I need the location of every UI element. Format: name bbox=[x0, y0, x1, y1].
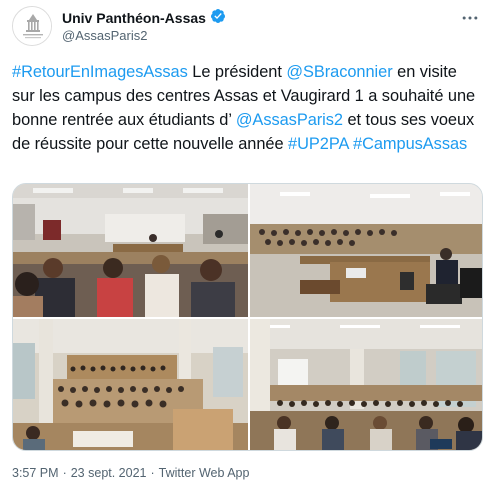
display-name[interactable]: Univ Panthéon-Assas bbox=[62, 10, 206, 26]
text-segment: Le président bbox=[187, 63, 287, 81]
hashtag-retourenimagesassas[interactable]: #RetourEnImagesAssas bbox=[12, 63, 188, 81]
separator: · bbox=[150, 466, 155, 480]
tweet-source[interactable]: Twitter Web App bbox=[159, 466, 250, 480]
name-row: Univ Panthéon-Assas bbox=[62, 8, 226, 29]
photo-president-at-podium[interactable] bbox=[250, 184, 482, 317]
photo-lecture-hall-students-front[interactable] bbox=[13, 184, 248, 317]
university-logo-icon bbox=[13, 7, 51, 45]
avatar[interactable] bbox=[12, 6, 52, 46]
tweet-metadata: 3:57 PM · 23 sept. 2021 · Twitter Web Ap… bbox=[12, 466, 249, 480]
account-handle[interactable]: @AssasParis2 bbox=[62, 28, 147, 43]
mention-assasparis2[interactable]: @AssasParis2 bbox=[236, 111, 343, 129]
hashtag-campusassas[interactable]: #CampusAssas bbox=[353, 135, 467, 153]
mention-sbraconnier[interactable]: @SBraconnier bbox=[286, 63, 392, 81]
photo-amphitheatre-wide[interactable] bbox=[13, 319, 248, 450]
hashtag-up2pa[interactable]: #UP2PA bbox=[288, 135, 349, 153]
separator: · bbox=[62, 466, 67, 480]
photo-hall-with-screen[interactable] bbox=[250, 319, 482, 450]
tweet-time[interactable]: 3:57 PM bbox=[12, 466, 59, 480]
tweet-date[interactable]: 23 sept. 2021 bbox=[71, 466, 147, 480]
tweet-text: #RetourEnImagesAssas Le président @SBrac… bbox=[12, 60, 483, 156]
more-horizontal-icon bbox=[462, 16, 478, 20]
more-options-button[interactable] bbox=[457, 8, 483, 28]
tweet-header: Univ Panthéon-Assas @AssasParis2 bbox=[12, 6, 483, 48]
verified-badge-icon bbox=[210, 8, 226, 29]
media-grid bbox=[12, 183, 483, 451]
